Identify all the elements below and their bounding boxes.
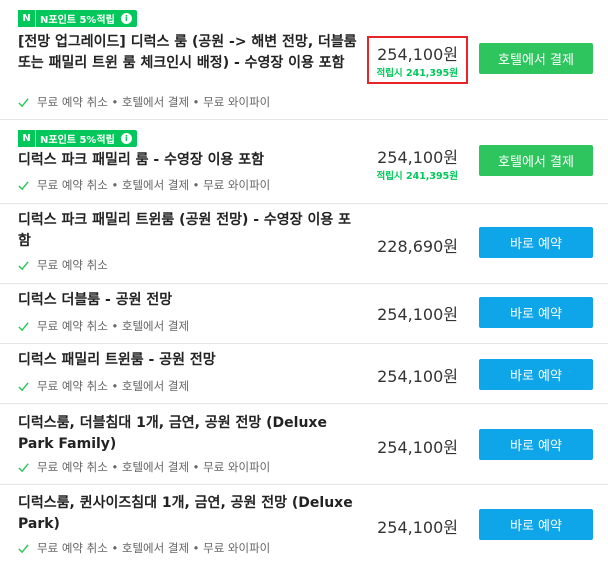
book-now-button[interactable]: 바로 예약 — [479, 297, 593, 328]
room-name[interactable]: 디럭스 파크 패밀리 룸 - 수영장 이용 포함 — [18, 150, 363, 171]
npoint-badge: N N포인트 5%적립 i — [18, 130, 137, 147]
conditions-text: 무료 예약 취소 • 호텔에서 결제 — [37, 379, 190, 393]
price-box: 254,100원 — [370, 514, 458, 538]
room-name[interactable]: [전망 업그레이드] 디럭스 룸 (공원 -> 해변 전망, 더블룸 또는 패밀… — [18, 32, 363, 74]
room-conditions: 무료 예약 취소 • 호텔에서 결제 • 무료 와이파이 — [18, 94, 270, 110]
book-now-button[interactable]: 바로 예약 — [479, 359, 593, 390]
naver-n-icon: N — [18, 10, 36, 27]
check-icon — [18, 260, 29, 270]
room-item: 디럭스룸, 더블침대 1개, 금연, 공원 전망 (Deluxe Park Fa… — [0, 404, 608, 485]
npoint-badge-label: N포인트 5%적립 — [40, 15, 115, 26]
room-name[interactable]: 디럭스룸, 퀸사이즈침대 1개, 금연, 공원 전망 (Deluxe Park) — [18, 493, 363, 535]
price-box: 254,100원 적립시 241,395원 — [370, 144, 458, 182]
room-conditions: 무료 예약 취소 • 호텔에서 결제 • 무료 와이파이 — [18, 540, 270, 556]
room-conditions: 무료 예약 취소 — [18, 257, 108, 273]
naver-n-icon: N — [18, 130, 36, 147]
room-price: 254,100원 — [377, 438, 458, 457]
check-icon — [18, 180, 29, 190]
room-name[interactable]: 디럭스룸, 더블침대 1개, 금연, 공원 전망 (Deluxe Park Fa… — [18, 413, 363, 455]
check-icon — [18, 97, 29, 107]
room-price: 228,690원 — [377, 237, 458, 256]
conditions-text: 무료 예약 취소 • 호텔에서 결제 • 무료 와이파이 — [37, 541, 271, 555]
room-item: 디럭스 파크 패밀리 트윈룸 (공원 전망) - 수영장 이용 포함 무료 예약… — [0, 204, 608, 284]
info-icon[interactable]: i — [120, 133, 132, 144]
info-icon[interactable]: i — [120, 13, 132, 24]
pay-at-hotel-button[interactable]: 호텔에서 결제 — [479, 145, 593, 176]
room-name[interactable]: 디럭스 더블룸 - 공원 전망 — [18, 290, 363, 311]
book-now-button[interactable]: 바로 예약 — [479, 429, 593, 460]
price-box: 254,100원 — [370, 434, 458, 458]
book-now-button[interactable]: 바로 예약 — [479, 509, 593, 540]
room-price: 254,100원 — [377, 148, 458, 167]
check-icon — [18, 543, 29, 553]
room-price: 254,100원 — [377, 518, 458, 537]
conditions-text: 무료 예약 취소 — [37, 258, 108, 272]
price-box: 228,690원 — [370, 233, 458, 257]
check-icon — [18, 321, 29, 331]
pay-at-hotel-button[interactable]: 호텔에서 결제 — [479, 43, 593, 74]
conditions-text: 무료 예약 취소 • 호텔에서 결제 • 무료 와이파이 — [37, 460, 271, 474]
room-name[interactable]: 디럭스 패밀리 트윈룸 - 공원 전망 — [18, 350, 363, 371]
check-icon — [18, 462, 29, 472]
points-price: 적립시 241,395원 — [376, 171, 458, 182]
room-conditions: 무료 예약 취소 • 호텔에서 결제 — [18, 378, 189, 394]
room-conditions: 무료 예약 취소 • 호텔에서 결제 — [18, 318, 189, 334]
npoint-badge: N N포인트 5%적립 i — [18, 10, 137, 27]
check-icon — [18, 381, 29, 391]
points-price: 적립시 241,395원 — [376, 68, 458, 79]
book-now-button[interactable]: 바로 예약 — [479, 227, 593, 258]
conditions-text: 무료 예약 취소 • 호텔에서 결제 • 무료 와이파이 — [37, 95, 271, 109]
npoint-badge-label: N포인트 5%적립 — [40, 135, 115, 146]
price-box: 254,100원 — [370, 301, 458, 325]
room-price: 254,100원 — [377, 45, 458, 64]
room-item: 디럭스 패밀리 트윈룸 - 공원 전망 무료 예약 취소 • 호텔에서 결제 2… — [0, 344, 608, 404]
room-item: 디럭스룸, 퀸사이즈침대 1개, 금연, 공원 전망 (Deluxe Park)… — [0, 485, 608, 572]
room-item: N N포인트 5%적립 i 디럭스 파크 패밀리 룸 - 수영장 이용 포함 무… — [0, 120, 608, 204]
conditions-text: 무료 예약 취소 • 호텔에서 결제 • 무료 와이파이 — [37, 178, 271, 192]
room-conditions: 무료 예약 취소 • 호텔에서 결제 • 무료 와이파이 — [18, 459, 270, 475]
price-box: 254,100원 — [370, 363, 458, 387]
room-item: 디럭스 더블룸 - 공원 전망 무료 예약 취소 • 호텔에서 결제 254,1… — [0, 284, 608, 344]
conditions-text: 무료 예약 취소 • 호텔에서 결제 — [37, 319, 190, 333]
room-item: N N포인트 5%적립 i [전망 업그레이드] 디럭스 룸 (공원 -> 해변… — [0, 0, 608, 120]
room-price: 254,100원 — [377, 305, 458, 324]
room-conditions: 무료 예약 취소 • 호텔에서 결제 • 무료 와이파이 — [18, 177, 270, 193]
room-name[interactable]: 디럭스 파크 패밀리 트윈룸 (공원 전망) - 수영장 이용 포함 — [18, 210, 363, 252]
price-box-highlighted: 254,100원 적립시 241,395원 — [367, 36, 468, 84]
room-price: 254,100원 — [377, 367, 458, 386]
